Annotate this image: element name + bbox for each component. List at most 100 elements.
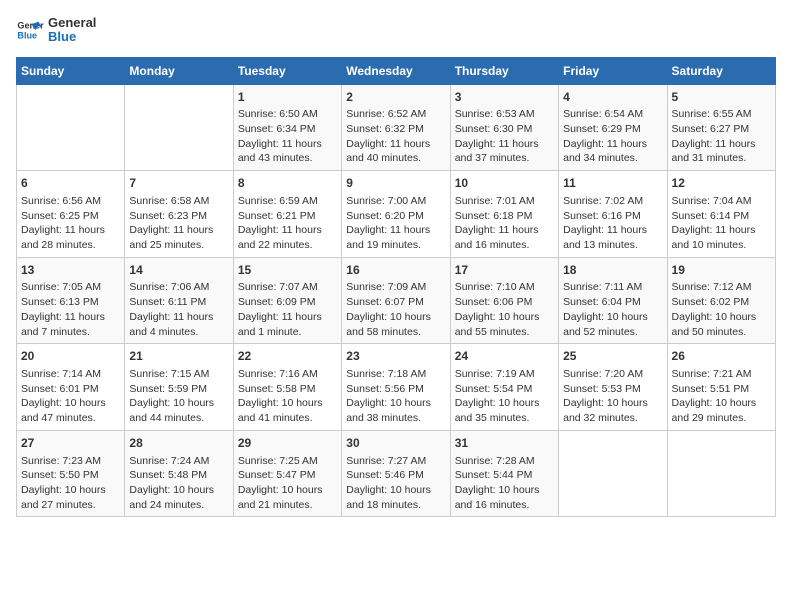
weekday-header-thursday: Thursday (450, 57, 558, 84)
cell-info: Sunrise: 7:11 AM (563, 280, 662, 295)
day-number: 12 (672, 175, 771, 192)
logo: General Blue General Blue (16, 16, 96, 45)
weekday-header-saturday: Saturday (667, 57, 775, 84)
cell-info: Daylight: 11 hours and 34 minutes. (563, 137, 662, 166)
cell-info: Sunrise: 7:04 AM (672, 194, 771, 209)
weekday-header-monday: Monday (125, 57, 233, 84)
cell-info: Sunrise: 7:10 AM (455, 280, 554, 295)
cell-info: Sunrise: 6:56 AM (21, 194, 120, 209)
cell-info: Sunset: 6:25 PM (21, 209, 120, 224)
calendar-cell: 26Sunrise: 7:21 AMSunset: 5:51 PMDayligh… (667, 344, 775, 431)
cell-info: Daylight: 10 hours and 58 minutes. (346, 310, 445, 339)
cell-info: Daylight: 10 hours and 35 minutes. (455, 396, 554, 425)
day-number: 7 (129, 175, 228, 192)
calendar-cell: 12 Sunrise: 7:04 AMSunset: 6:14 PMDayligh… (667, 171, 775, 258)
calendar-cell (559, 430, 667, 517)
day-number: 1 (238, 89, 337, 106)
cell-info: Sunrise: 7:16 AM (238, 367, 337, 382)
calendar-cell: 3Sunrise: 6:53 AMSunset: 6:30 PMDaylight… (450, 84, 558, 171)
day-number: 15 (238, 262, 337, 279)
cell-info: Sunset: 6:29 PM (563, 122, 662, 137)
cell-info: Sunrise: 7:28 AM (455, 454, 554, 469)
cell-info: Daylight: 11 hours and 16 minutes. (455, 223, 554, 252)
calendar-cell: 15Sunrise: 7:07 AMSunset: 6:09 PMDayligh… (233, 257, 341, 344)
day-number: 3 (455, 89, 554, 106)
day-number: 26 (672, 348, 771, 365)
cell-info: Daylight: 10 hours and 44 minutes. (129, 396, 228, 425)
cell-info: Daylight: 11 hours and 22 minutes. (238, 223, 337, 252)
calendar-cell: 7Sunrise: 6:58 AMSunset: 6:23 PMDaylight… (125, 171, 233, 258)
cell-info: Sunset: 6:27 PM (672, 122, 771, 137)
calendar-cell (17, 84, 125, 171)
day-number: 11 (563, 175, 662, 192)
day-number: 31 (455, 435, 554, 452)
day-number: 6 (21, 175, 120, 192)
weekday-header-friday: Friday (559, 57, 667, 84)
cell-info: Sunrise: 6:53 AM (455, 107, 554, 122)
calendar-cell: 6 Sunrise: 6:56 AMSunset: 6:25 PMDaylight… (17, 171, 125, 258)
cell-info: Daylight: 10 hours and 24 minutes. (129, 483, 228, 512)
cell-info: Daylight: 11 hours and 7 minutes. (21, 310, 120, 339)
cell-info: Sunset: 6:14 PM (672, 209, 771, 224)
cell-info: Daylight: 11 hours and 31 minutes. (672, 137, 771, 166)
cell-info: Sunset: 6:23 PM (129, 209, 228, 224)
calendar-cell: 9Sunrise: 7:00 AMSunset: 6:20 PMDaylight… (342, 171, 450, 258)
cell-info: Sunset: 5:50 PM (21, 468, 120, 483)
cell-info: Daylight: 11 hours and 4 minutes. (129, 310, 228, 339)
calendar-cell: 18Sunrise: 7:11 AMSunset: 6:04 PMDayligh… (559, 257, 667, 344)
cell-info: Sunset: 5:58 PM (238, 382, 337, 397)
cell-info: Daylight: 11 hours and 28 minutes. (21, 223, 120, 252)
cell-info: Sunset: 6:01 PM (21, 382, 120, 397)
calendar-cell: 11Sunrise: 7:02 AMSunset: 6:16 PMDayligh… (559, 171, 667, 258)
cell-info: Sunrise: 7:15 AM (129, 367, 228, 382)
calendar-cell: 17Sunrise: 7:10 AMSunset: 6:06 PMDayligh… (450, 257, 558, 344)
cell-info: Sunset: 5:59 PM (129, 382, 228, 397)
day-number: 4 (563, 89, 662, 106)
cell-info: Daylight: 11 hours and 37 minutes. (455, 137, 554, 166)
calendar-cell: 16Sunrise: 7:09 AMSunset: 6:07 PMDayligh… (342, 257, 450, 344)
calendar-cell: 21 Sunrise: 7:15 AMSunset: 5:59 PMDayligh… (125, 344, 233, 431)
cell-info: Sunset: 6:20 PM (346, 209, 445, 224)
day-number: 2 (346, 89, 445, 106)
calendar-cell (125, 84, 233, 171)
day-number: 10 (455, 175, 554, 192)
cell-info: Sunrise: 7:20 AM (563, 367, 662, 382)
cell-info: Sunrise: 7:01 AM (455, 194, 554, 209)
cell-info: Sunrise: 7:02 AM (563, 194, 662, 209)
calendar-cell: 10Sunrise: 7:01 AMSunset: 6:18 PMDayligh… (450, 171, 558, 258)
cell-info: Daylight: 10 hours and 27 minutes. (21, 483, 120, 512)
calendar-cell: 13Sunrise: 7:05 AMSunset: 6:13 PMDayligh… (17, 257, 125, 344)
cell-info: Daylight: 11 hours and 10 minutes. (672, 223, 771, 252)
cell-info: Sunset: 6:34 PM (238, 122, 337, 137)
cell-info: Sunrise: 7:21 AM (672, 367, 771, 382)
day-number: 17 (455, 262, 554, 279)
header: General Blue General Blue (16, 16, 776, 45)
day-number: 20 (21, 348, 120, 365)
day-number: 23 (346, 348, 445, 365)
day-number: 18 (563, 262, 662, 279)
cell-info: Sunset: 5:48 PM (129, 468, 228, 483)
cell-info: Sunrise: 7:06 AM (129, 280, 228, 295)
cell-info: Sunset: 5:54 PM (455, 382, 554, 397)
svg-text:Blue: Blue (17, 31, 37, 41)
calendar-cell: 19Sunrise: 7:12 AMSunset: 6:02 PMDayligh… (667, 257, 775, 344)
calendar-cell: 31Sunrise: 7:28 AMSunset: 5:44 PMDayligh… (450, 430, 558, 517)
day-number: 25 (563, 348, 662, 365)
weekday-header-tuesday: Tuesday (233, 57, 341, 84)
cell-info: Sunrise: 6:50 AM (238, 107, 337, 122)
cell-info: Daylight: 11 hours and 13 minutes. (563, 223, 662, 252)
calendar-cell: 28Sunrise: 7:24 AMSunset: 5:48 PMDayligh… (125, 430, 233, 517)
cell-info: Sunrise: 6:54 AM (563, 107, 662, 122)
cell-info: Sunset: 6:11 PM (129, 295, 228, 310)
calendar-cell: 30Sunrise: 7:27 AMSunset: 5:46 PMDayligh… (342, 430, 450, 517)
cell-info: Daylight: 10 hours and 47 minutes. (21, 396, 120, 425)
day-number: 21 (129, 348, 228, 365)
cell-info: Daylight: 10 hours and 41 minutes. (238, 396, 337, 425)
cell-info: Sunrise: 7:24 AM (129, 454, 228, 469)
cell-info: Sunset: 5:51 PM (672, 382, 771, 397)
cell-info: Daylight: 11 hours and 43 minutes. (238, 137, 337, 166)
calendar-cell: 25Sunrise: 7:20 AMSunset: 5:53 PMDayligh… (559, 344, 667, 431)
cell-info: Sunrise: 7:09 AM (346, 280, 445, 295)
cell-info: Sunset: 6:13 PM (21, 295, 120, 310)
calendar-cell: 1Sunrise: 6:50 AMSunset: 6:34 PMDaylight… (233, 84, 341, 171)
